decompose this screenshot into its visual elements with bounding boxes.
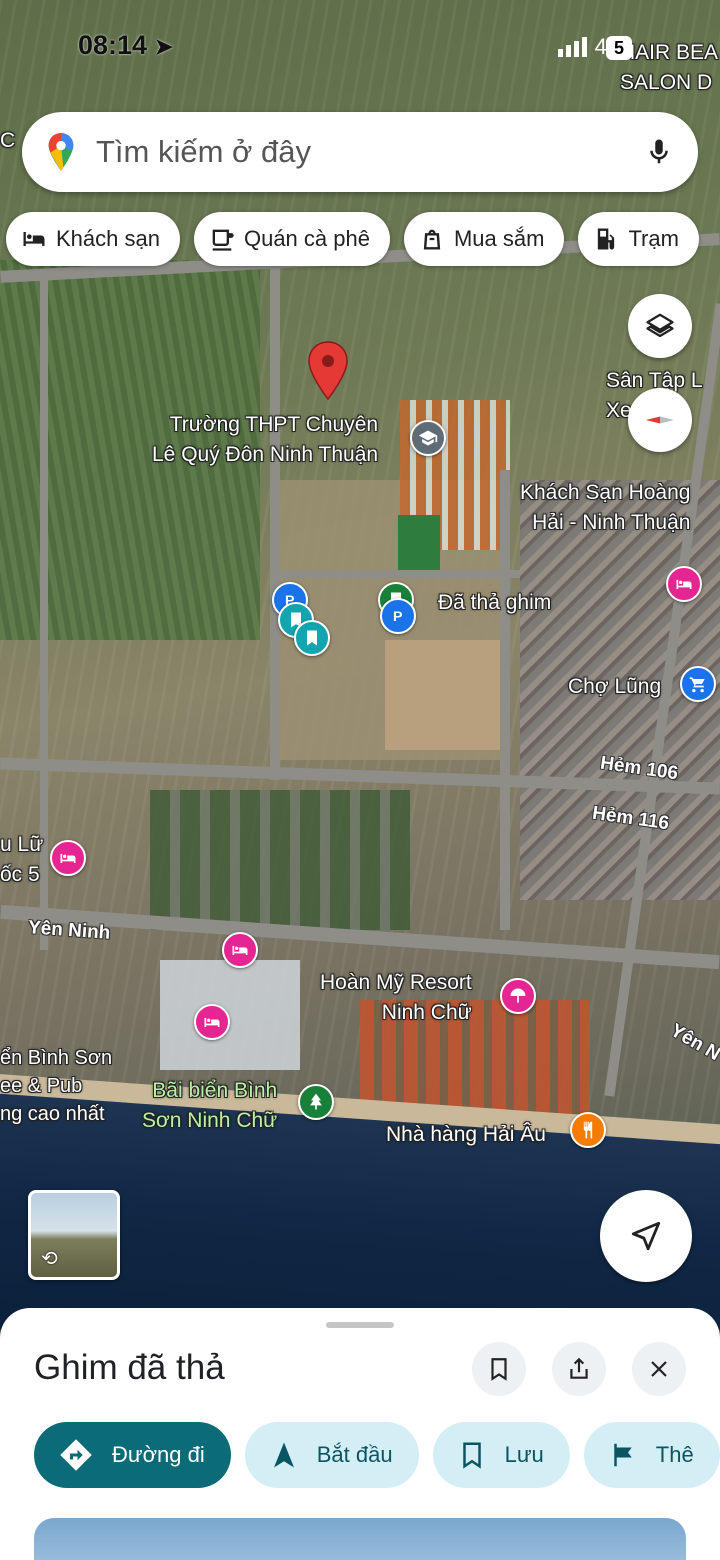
sheet-title: Ghim đã thả xyxy=(34,1348,225,1387)
action-label: Bắt đầu xyxy=(316,1442,393,1467)
street-view-thumbnail[interactable]: ⟲ xyxy=(28,1190,120,1280)
chip-label: Quán cà phê xyxy=(243,226,370,251)
start-button[interactable]: Bắt đầu xyxy=(244,1422,419,1488)
coffee-icon xyxy=(212,229,234,251)
shopping-cart-icon[interactable] xyxy=(680,666,716,702)
save-button[interactable] xyxy=(472,1342,526,1396)
road-label-yen-ninh-right: Yên N xyxy=(666,1020,720,1066)
map-label-hoan-my[interactable]: Hoàn Mỹ Resort Ninh Chữ xyxy=(320,968,472,1028)
signal-icon xyxy=(557,37,587,57)
share-button[interactable] xyxy=(552,1342,606,1396)
chip-shopping[interactable]: Mua sắm xyxy=(403,212,565,266)
place-photo[interactable] xyxy=(34,1518,686,1560)
category-chips: Khách sạn Quán cà phê Mua sắm Trạm xyxy=(6,212,699,266)
layers-icon xyxy=(646,313,674,338)
hotel-icon[interactable] xyxy=(666,566,702,602)
microphone-icon[interactable] xyxy=(644,137,674,167)
chip-label: Mua sắm xyxy=(453,226,545,251)
park-icon[interactable] xyxy=(298,1084,334,1120)
beach-umbrella-icon[interactable] xyxy=(500,978,536,1014)
map-label-beach[interactable]: Bãi biển Bình Sơn Ninh Chữ xyxy=(142,1076,277,1136)
map-view[interactable]: HAIR BEA SALON D C Trường THPT Chuyên Lê… xyxy=(0,0,720,1330)
flag-icon xyxy=(614,1443,632,1467)
navigation-arrow-icon xyxy=(273,1442,294,1468)
share-icon xyxy=(570,1357,588,1379)
restaurant-icon[interactable] xyxy=(570,1112,606,1148)
chip-label: Trạm xyxy=(628,226,679,251)
chip-hotels[interactable]: Khách sạn xyxy=(6,212,180,266)
search-input[interactable]: Tìm kiếm ở đây xyxy=(96,134,644,170)
label-button[interactable]: Thê xyxy=(583,1422,720,1488)
close-icon xyxy=(651,1361,667,1377)
bookmark-icon xyxy=(491,1358,507,1381)
location-arrow-icon: ➤ xyxy=(154,34,174,59)
bookmark-icon xyxy=(462,1442,481,1469)
action-label: Lưu xyxy=(504,1442,544,1467)
sheet-drag-handle[interactable] xyxy=(326,1322,394,1328)
compass-button[interactable] xyxy=(628,388,692,452)
parking-icon[interactable]: P xyxy=(380,598,416,634)
gas-station-icon xyxy=(598,228,615,250)
school-icon[interactable] xyxy=(410,420,446,456)
map-label-school[interactable]: Trường THPT Chuyên Lê Quý Đôn Ninh Thuận xyxy=(152,410,378,470)
hotel-icon[interactable] xyxy=(50,840,86,876)
chip-gas[interactable]: Trạm xyxy=(578,212,699,266)
directions-icon xyxy=(60,1439,92,1471)
bed-icon xyxy=(23,232,45,246)
search-bar[interactable]: Tìm kiếm ở đây xyxy=(22,112,698,192)
hotel-icon[interactable] xyxy=(222,932,258,968)
map-label-left-edge-1[interactable]: u Lữ ốc 5 xyxy=(0,830,43,890)
save-action-button[interactable]: Lưu xyxy=(432,1422,570,1488)
rotate-360-icon: ⟲ xyxy=(41,1248,58,1270)
status-time: 08:14 ➤ xyxy=(78,30,173,61)
layers-button[interactable] xyxy=(628,294,692,358)
google-maps-logo-icon xyxy=(46,132,76,172)
close-button[interactable] xyxy=(632,1342,686,1396)
hotel-icon[interactable] xyxy=(194,1004,230,1040)
status-time-text: 08:14 xyxy=(78,30,148,60)
action-label: Thê xyxy=(655,1442,694,1467)
battery-icon: 5 xyxy=(606,36,632,60)
map-label-edge: C xyxy=(0,129,16,152)
navigation-arrow-icon xyxy=(631,1221,661,1251)
action-label: Đường đi xyxy=(112,1442,205,1467)
dropped-pin-icon[interactable] xyxy=(306,340,350,404)
bookmark-poi-icon[interactable] xyxy=(294,620,330,656)
svg-text:P: P xyxy=(393,609,402,625)
shopping-bag-icon xyxy=(423,229,441,250)
chip-coffee[interactable]: Quán cà phê xyxy=(193,212,390,266)
directions-button[interactable]: Đường đi xyxy=(34,1422,231,1488)
map-label-left-edge-2[interactable]: ển Bình Sơn ee & Pub ng cao nhất xyxy=(0,1044,112,1128)
map-label-nha-hang[interactable]: Nhà hàng Hải Âu xyxy=(386,1120,546,1150)
map-label-hair-salon[interactable]: HAIR BEA SALON D xyxy=(620,38,718,98)
place-sheet[interactable]: Ghim đã thả Đường đi Bắt đầu Lưu Thê xyxy=(0,1308,720,1560)
compass-icon xyxy=(645,416,675,424)
chip-label: Khách sạn xyxy=(56,226,160,251)
map-label-hotel-hoang-hai[interactable]: Khách Sạn Hoàng Hải - Ninh Thuận xyxy=(520,478,690,538)
my-location-button[interactable] xyxy=(600,1190,692,1282)
action-buttons: Đường đi Bắt đầu Lưu Thê xyxy=(34,1422,720,1488)
map-label-dropped-pin[interactable]: Đã thả ghim xyxy=(438,588,551,618)
map-label-cho-lung[interactable]: Chợ Lũng xyxy=(568,672,661,702)
